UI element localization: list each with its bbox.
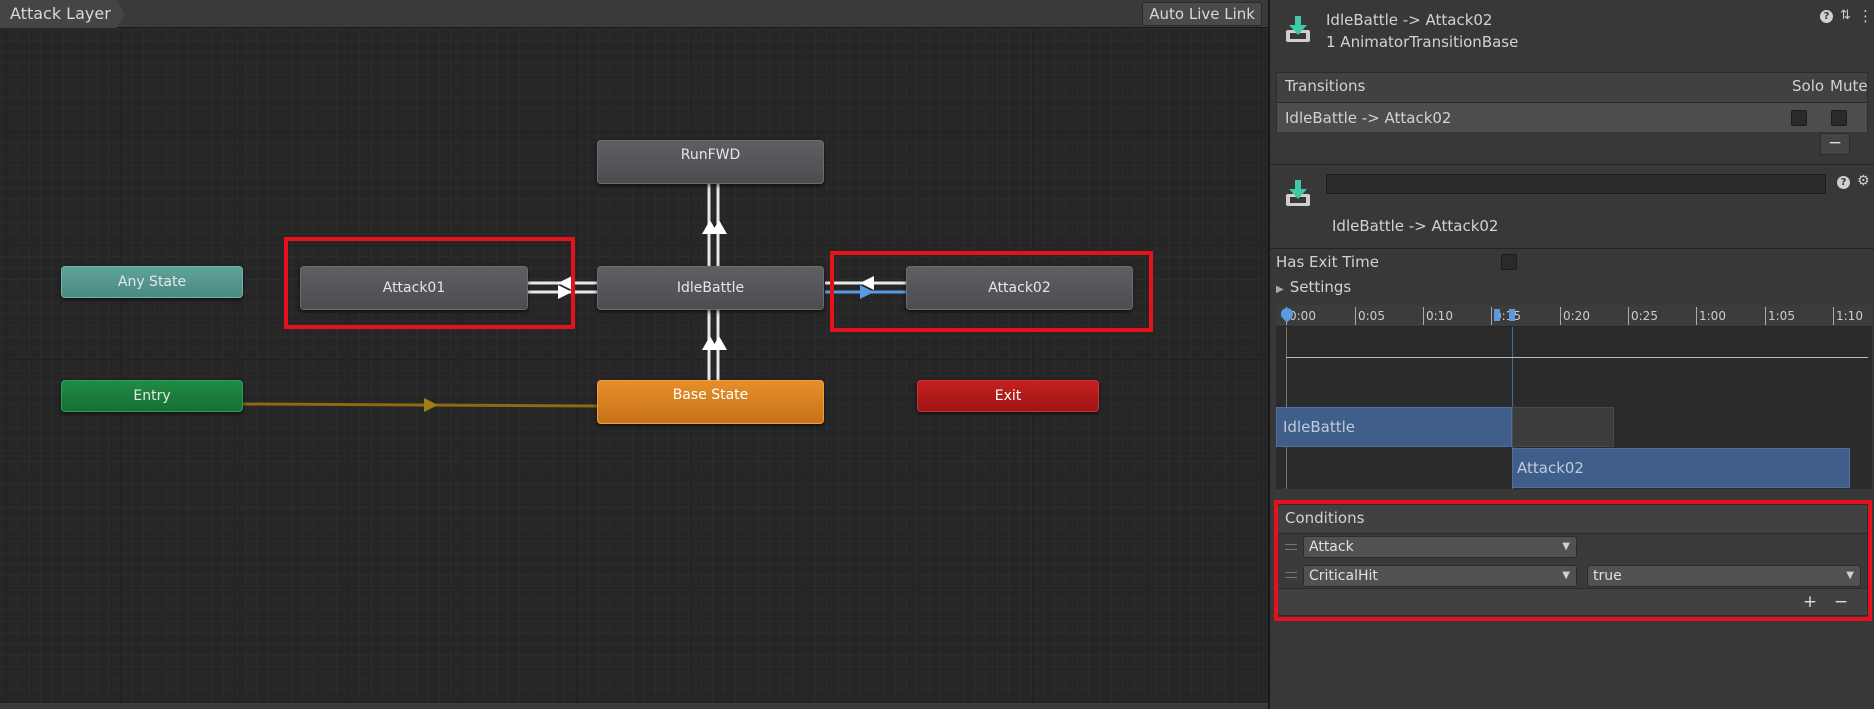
layer-breadcrumb[interactable]: Attack Layer xyxy=(0,0,125,28)
preset-icon[interactable]: ⇅ xyxy=(1840,8,1851,23)
transition-download-icon xyxy=(1286,16,1310,42)
add-condition-button[interactable]: + xyxy=(1795,593,1825,615)
state-attack02-label: Attack02 xyxy=(988,280,1051,296)
graph-toolbar: Attack Layer Auto Live Link xyxy=(0,0,1268,28)
timeline-tick: 0:20 xyxy=(1560,307,1590,325)
divider xyxy=(1270,164,1874,165)
transition-row-label: IdleBattle -> Attack02 xyxy=(1285,109,1452,127)
state-any-state[interactable]: Any State xyxy=(61,266,243,298)
has-exit-time-checkbox[interactable] xyxy=(1501,254,1517,270)
condition-parameter-value: Attack xyxy=(1309,539,1354,555)
state-idlebattle[interactable]: IdleBattle xyxy=(597,266,824,310)
drag-handle-icon[interactable] xyxy=(1285,544,1297,550)
settings-label: Settings xyxy=(1289,278,1352,296)
transition-row[interactable]: IdleBattle -> Attack02 xyxy=(1277,102,1867,132)
settings-foldout[interactable]: ▶ Settings xyxy=(1276,278,1351,298)
mute-label: Mute xyxy=(1830,77,1868,95)
inspector-subtitle: 1 AnimatorTransitionBase xyxy=(1326,33,1519,51)
source-clip-label: IdleBattle xyxy=(1283,418,1355,436)
transition-end-handle[interactable] xyxy=(1509,309,1515,321)
destination-clip-bar[interactable]: Attack02 xyxy=(1512,448,1850,488)
solo-checkbox[interactable] xyxy=(1791,110,1807,126)
conditions-header: Conditions xyxy=(1285,509,1365,527)
transition-icon xyxy=(1286,180,1310,206)
gear-icon[interactable]: ⚙ xyxy=(1857,173,1870,189)
kebab-menu-icon[interactable]: ⋮ xyxy=(1858,7,1873,25)
condition-parameter-value: CriticalHit xyxy=(1309,568,1378,584)
conditions-list: Conditions Attack ▼ CriticalHit ▼ true ▼ + … xyxy=(1276,504,1868,616)
state-entry[interactable]: Entry xyxy=(61,380,243,412)
state-any-state-label: Any State xyxy=(117,274,187,290)
state-idlebattle-label: IdleBattle xyxy=(676,280,745,296)
solo-label: Solo xyxy=(1792,77,1825,95)
timeline-tick: 1:00 xyxy=(1696,307,1726,325)
inspector-title: IdleBattle -> Attack02 xyxy=(1326,11,1493,29)
source-clip-bar[interactable]: IdleBattle xyxy=(1276,407,1512,447)
timeline-tick: 0:25 xyxy=(1628,307,1658,325)
help-icon[interactable]: ? xyxy=(1820,10,1833,23)
condition-parameter-dropdown[interactable]: CriticalHit ▼ xyxy=(1303,565,1577,587)
remove-transition-button[interactable]: − xyxy=(1820,133,1850,155)
source-clip-tail xyxy=(1512,407,1614,447)
transition-timeline[interactable]: 0:00 0:05 0:10 0:15 0:20 0:25 1:00 1:05 … xyxy=(1276,305,1872,489)
state-base-state-label: Base State xyxy=(672,387,749,403)
inspector-panel: IdleBattle -> Attack02 1 AnimatorTransit… xyxy=(1268,0,1874,709)
dropdown-arrow-icon: ▼ xyxy=(1562,570,1570,581)
transition-start-handle[interactable] xyxy=(1494,309,1500,321)
transitions-list: Transitions Solo Mute IdleBattle -> Atta… xyxy=(1276,72,1868,132)
timeline-tick: 1:10 xyxy=(1833,307,1863,325)
timeline-ruler: 0:00 0:05 0:10 0:15 0:20 0:25 1:00 1:05 … xyxy=(1276,305,1872,327)
timeline-tick: 0:05 xyxy=(1355,307,1385,325)
timeline-tick: 0:10 xyxy=(1423,307,1453,325)
condition-row[interactable]: Attack ▼ CriticalHit ▼ true ▼ xyxy=(1277,533,1867,589)
timeline-curve xyxy=(1286,357,1868,358)
drag-handle-icon[interactable] xyxy=(1285,572,1297,578)
condition-value: true xyxy=(1593,568,1622,584)
divider xyxy=(1270,248,1874,249)
state-attack01[interactable]: Attack01 xyxy=(300,266,528,310)
state-base-state[interactable]: Base State xyxy=(597,380,824,424)
state-attack02[interactable]: Attack02 xyxy=(906,266,1133,310)
animator-graph[interactable]: RunFWD Attack01 IdleBattle Attack02 Any … xyxy=(0,0,1268,709)
state-exit[interactable]: Exit xyxy=(917,380,1099,412)
condition-parameter-dropdown[interactable]: Attack ▼ xyxy=(1303,536,1577,558)
dropdown-arrow-icon: ▼ xyxy=(1846,570,1854,581)
condition-value-dropdown[interactable]: true ▼ xyxy=(1587,565,1861,587)
chevron-right-icon: ▶ xyxy=(1276,284,1284,295)
transition-links xyxy=(242,184,906,412)
state-attack01-label: Attack01 xyxy=(382,280,446,296)
graph-scrollbar[interactable] xyxy=(0,703,1268,709)
mute-checkbox[interactable] xyxy=(1831,110,1847,126)
state-runfwd[interactable]: RunFWD xyxy=(597,140,824,184)
transition-entry-base xyxy=(242,402,598,408)
transition-detail-label: IdleBattle -> Attack02 xyxy=(1332,217,1499,235)
timeline-tick: 1:05 xyxy=(1765,307,1795,325)
transition-name-field[interactable] xyxy=(1326,174,1826,194)
transitions-header: Transitions xyxy=(1285,77,1366,95)
has-exit-time-label: Has Exit Time xyxy=(1276,253,1379,271)
remove-condition-button[interactable]: − xyxy=(1826,593,1856,615)
state-runfwd-label: RunFWD xyxy=(680,147,741,163)
state-exit-label: Exit xyxy=(994,388,1022,404)
arrow-entry-base xyxy=(424,398,438,412)
auto-live-link-button[interactable]: Auto Live Link xyxy=(1142,2,1262,26)
destination-clip-label: Attack02 xyxy=(1517,459,1584,477)
dropdown-arrow-icon: ▼ xyxy=(1562,541,1570,552)
state-entry-label: Entry xyxy=(133,388,171,404)
help-icon[interactable]: ? xyxy=(1837,176,1850,189)
